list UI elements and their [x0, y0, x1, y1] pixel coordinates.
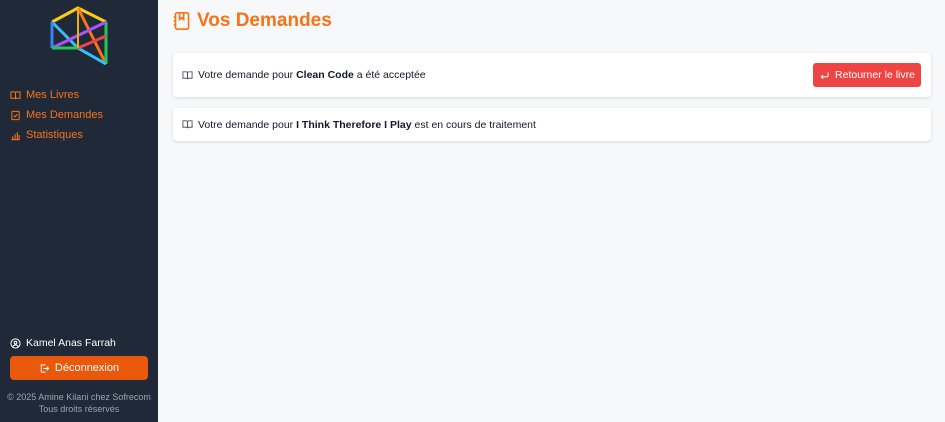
notebook-icon — [173, 12, 190, 30]
sidebar-footer: © 2025 Amine Kilani chez Sofrecom Tous d… — [0, 391, 158, 415]
logout-button[interactable]: Déconnexion — [10, 356, 148, 380]
page-title-text: Vos Demandes — [197, 10, 332, 31]
clipboard-check-icon — [11, 110, 20, 120]
sidebar: Mes Livres Mes Demandes Statistiques Kam… — [0, 0, 158, 422]
return-book-label: Retourner le livre — [835, 69, 915, 81]
sidebar-nav: Mes Livres Mes Demandes Statistiques — [10, 85, 103, 145]
request-prefix: Votre demande pour — [198, 69, 297, 81]
request-prefix: Votre demande pour — [198, 118, 297, 131]
request-message: Votre demande pour Clean Code a été acce… — [198, 69, 426, 81]
footer-rights: Tous droits réservés — [38, 404, 120, 414]
sidebar-item-mes-demandes[interactable]: Mes Demandes — [10, 105, 103, 125]
sidebar-item-label: Statistiques — [26, 129, 83, 141]
sidebar-item-mes-livres[interactable]: Mes Livres — [10, 85, 103, 105]
request-status: a été acceptée — [353, 69, 426, 81]
request-book-title: I Think Therefore I Play — [296, 118, 412, 131]
return-arrow-icon — [820, 71, 829, 79]
footer-copyright: © 2025 Amine Kilani chez Sofrecom — [7, 392, 151, 402]
page-title: Vos Demandes — [173, 10, 332, 32]
logout-label: Déconnexion — [54, 362, 120, 374]
book-open-icon — [182, 120, 193, 129]
sidebar-item-statistiques[interactable]: Statistiques — [10, 125, 103, 145]
return-book-button[interactable]: Retourner le livre — [813, 63, 921, 87]
request-book-title: Clean Code — [296, 69, 354, 81]
user-info: Kamel Anas Farrah — [10, 337, 116, 349]
app-logo-icon — [50, 6, 108, 66]
user-circle-icon — [10, 337, 21, 349]
book-open-icon — [182, 70, 193, 79]
logout-icon — [40, 363, 50, 373]
sidebar-item-label: Mes Livres — [26, 89, 80, 101]
request-card: Votre demande pour I Think Therefore I P… — [173, 108, 931, 141]
sidebar-item-label: Mes Demandes — [26, 109, 104, 121]
user-name: Kamel Anas Farrah — [26, 337, 116, 349]
request-status: est en cours de traitement — [411, 118, 536, 131]
request-card: Votre demande pour Clean Code a été acce… — [173, 53, 931, 97]
request-message: Votre demande pour I Think Therefore I P… — [198, 119, 536, 131]
book-open-icon — [10, 90, 21, 99]
bar-chart-icon — [11, 131, 20, 140]
